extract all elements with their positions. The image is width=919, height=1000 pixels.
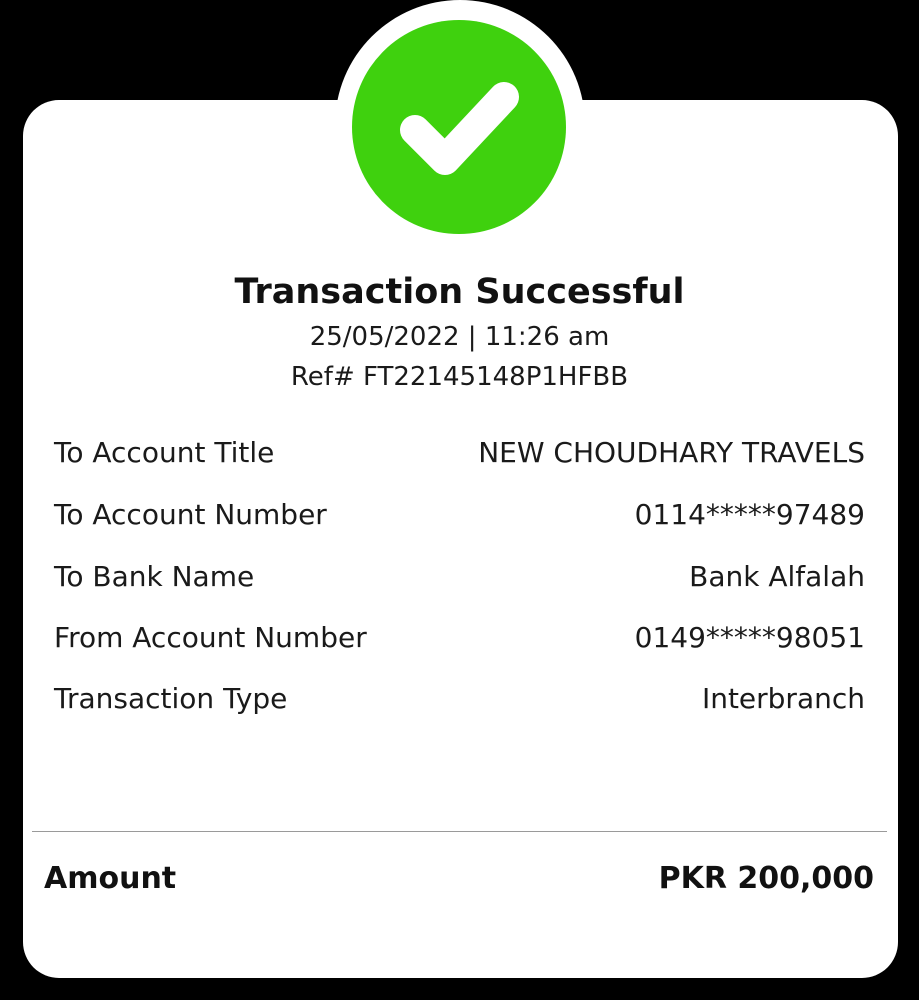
amount-label: Amount [44, 860, 177, 896]
transaction-datetime: 25/05/2022 | 11:26 am [309, 322, 610, 352]
success-badge [352, 20, 566, 234]
detail-row-account-number: To Account Number 0114*****97489 [54, 496, 865, 532]
detail-label: To Account Title [54, 435, 275, 469]
check-icon [400, 82, 519, 175]
detail-value: Interbranch [701, 681, 865, 715]
detail-value: 0114*****97489 [634, 497, 865, 531]
detail-label: Transaction Type [54, 681, 288, 715]
amount-value: PKR 200,000 [658, 860, 874, 896]
detail-row-account-title: To Account Title NEW CHOUDHARY TRAVELS [54, 434, 865, 470]
transaction-reference: Ref# FT22145148P1HFBB [290, 362, 629, 392]
amount-row: Amount PKR 200,000 [44, 858, 874, 898]
detail-value: Bank Alfalah [689, 559, 865, 593]
detail-label: From Account Number [54, 620, 367, 654]
divider [32, 831, 887, 832]
detail-label: To Account Number [54, 497, 327, 531]
detail-value: NEW CHOUDHARY TRAVELS [478, 435, 865, 469]
detail-row-from-account: From Account Number 0149*****98051 [54, 619, 865, 655]
detail-label: To Bank Name [54, 559, 255, 593]
transaction-status-title: Transaction Successful [234, 272, 685, 312]
detail-row-bank-name: To Bank Name Bank Alfalah [54, 558, 865, 594]
detail-value: 0149*****98051 [634, 620, 865, 654]
detail-row-transaction-type: Transaction Type Interbranch [54, 680, 865, 716]
